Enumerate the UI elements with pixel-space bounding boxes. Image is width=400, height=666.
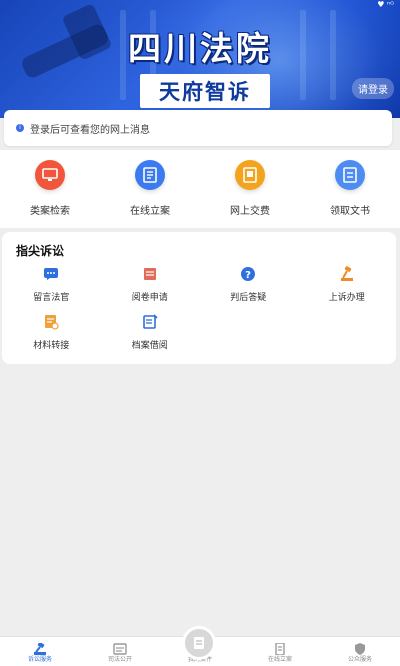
service-grid: 留言法官 阅卷申请 ? 判后答疑 上诉办理 材料转接 档案借阅	[2, 262, 396, 358]
tab-label: 公众服务	[347, 656, 372, 663]
service-file-review[interactable]: 阅卷申请	[101, 262, 200, 310]
quick-action-collect-documents[interactable]: 领取文书	[300, 150, 400, 228]
app-title: 四川法院	[128, 29, 272, 68]
message-icon	[42, 266, 60, 282]
case-folder-icon	[194, 637, 204, 649]
banner-pillar	[300, 10, 306, 100]
service-label: 档案借阅	[131, 341, 168, 351]
quick-action-case-search[interactable]: 类案检索	[0, 150, 100, 228]
file-icon	[273, 640, 287, 656]
service-appeal[interactable]: 上诉办理	[298, 262, 397, 310]
service-label: 上诉办理	[328, 293, 365, 303]
quick-action-label: 领取文书	[330, 206, 370, 217]
service-archive-borrow[interactable]: 档案借阅	[101, 310, 200, 358]
section-title: 指尖诉讼	[16, 244, 65, 258]
document-edit-icon	[135, 160, 165, 190]
gavel-icon	[338, 266, 356, 282]
tab-judicial-disclosure[interactable]: 司法公开	[80, 637, 160, 666]
document-icon	[335, 160, 365, 190]
svg-text:?: ?	[245, 270, 251, 281]
quick-action-label: 网上交费	[230, 206, 270, 217]
header-banner: ♥ ⁿᴳ 四川法院 天府智诉 请登录	[0, 0, 400, 118]
info-icon: i	[16, 124, 24, 132]
message-notice[interactable]: i 登录后可查看您的网上消息	[4, 110, 392, 146]
service-post-judgment-qa[interactable]: ? 判后答疑	[199, 262, 298, 310]
app-subtitle: 天府智诉	[140, 74, 270, 108]
service-message-judge[interactable]: 留言法官	[2, 262, 101, 310]
quick-action-label: 在线立案	[130, 206, 170, 217]
material-transfer-icon	[42, 314, 60, 330]
quick-action-online-filing[interactable]: 在线立案	[100, 150, 200, 228]
my-cases-center-button[interactable]	[182, 626, 216, 660]
quick-action-label: 类案检索	[30, 206, 70, 217]
notice-text: 登录后可查看您的网上消息	[30, 124, 150, 136]
archive-icon	[141, 314, 159, 330]
tab-litigation-service[interactable]: 诉讼服务	[0, 637, 80, 666]
quick-actions-row: 类案检索 在线立案 网上交费 领取文书	[0, 150, 400, 228]
service-label: 留言法官	[33, 293, 70, 303]
service-label: 阅卷申请	[131, 293, 168, 303]
service-label: 材料转接	[33, 341, 70, 351]
payment-icon	[235, 160, 265, 190]
tab-label: 在线立案	[267, 656, 292, 663]
service-material-transfer[interactable]: 材料转接	[2, 310, 101, 358]
tab-public-service[interactable]: 公众服务	[320, 637, 400, 666]
file-review-icon	[141, 266, 159, 282]
status-bar-icons: ♥ ⁿᴳ	[377, 0, 394, 9]
login-button[interactable]: 请登录	[352, 78, 394, 99]
tab-label: 诉讼服务	[27, 656, 52, 663]
shield-icon	[353, 640, 367, 655]
question-icon: ?	[239, 266, 257, 282]
banner-pillar	[330, 10, 336, 100]
fingertip-litigation-card: 指尖诉讼 留言法官 阅卷申请 ? 判后答疑 上诉办理 材料转接 档案借阅	[2, 232, 396, 364]
gavel-icon	[33, 640, 47, 655]
tab-label: 司法公开	[107, 656, 132, 663]
monitor-icon	[35, 160, 65, 190]
tab-online-filing[interactable]: 在线立案	[240, 637, 320, 666]
news-icon	[113, 640, 127, 655]
quick-action-online-payment[interactable]: 网上交费	[200, 150, 300, 228]
service-label: 判后答疑	[230, 293, 267, 303]
